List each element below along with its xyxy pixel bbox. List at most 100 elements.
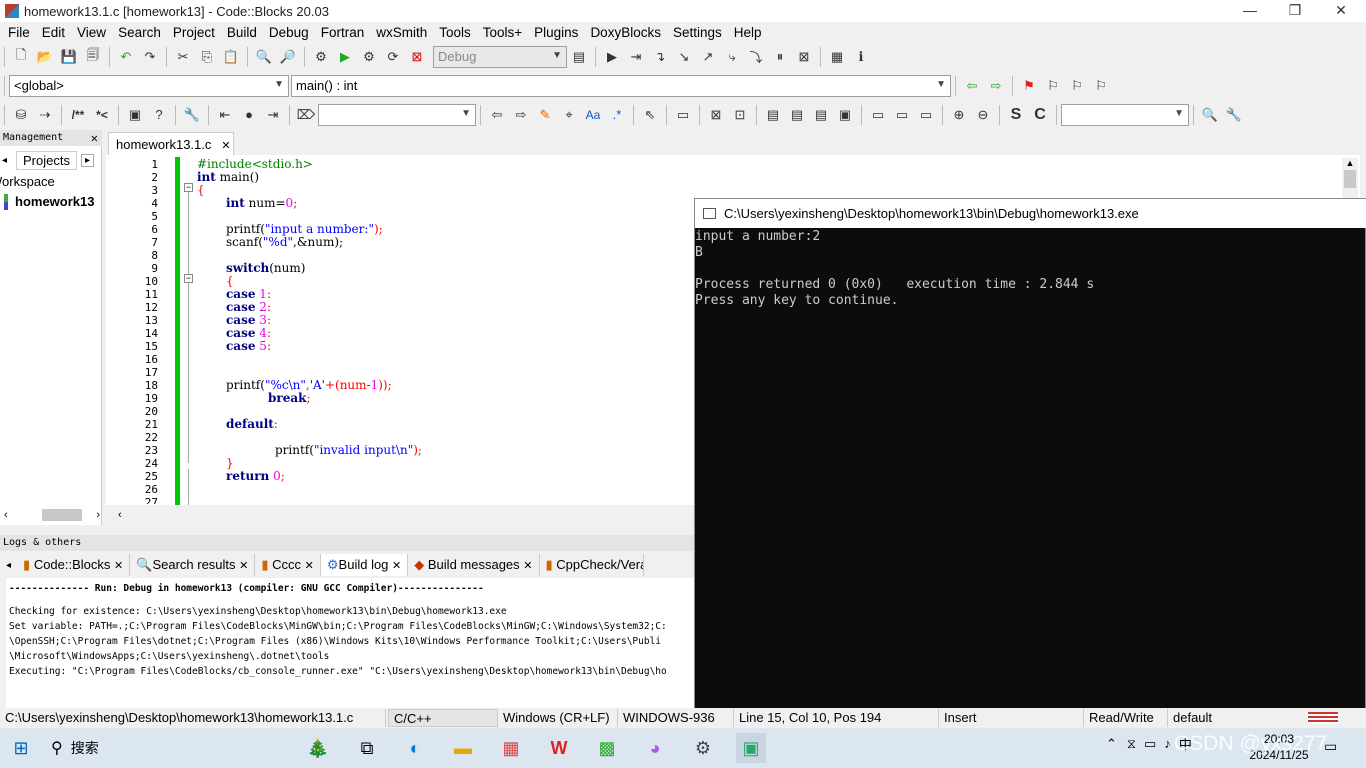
zoom-out-icon[interactable]: ⊖ bbox=[973, 105, 993, 125]
menu-tools-plus[interactable]: Tools+ bbox=[477, 25, 528, 40]
debug-run-icon[interactable]: ▶ bbox=[602, 47, 622, 67]
layout-icon-4[interactable]: ▣ bbox=[835, 105, 855, 125]
abort-icon[interactable]: ⊠ bbox=[407, 47, 427, 67]
search-combo[interactable]: ▼ bbox=[318, 103, 476, 126]
tab-cccc[interactable]: ▮ Cccc ✕ bbox=[255, 554, 321, 576]
rect-icon[interactable]: ▭ bbox=[673, 105, 693, 125]
find-next-icon[interactable]: ⇨ bbox=[511, 105, 531, 125]
codeblocks-taskbar-icon[interactable]: ▣ bbox=[736, 733, 766, 763]
run-icon[interactable]: ▶ bbox=[335, 47, 355, 67]
menu-help[interactable]: Help bbox=[728, 25, 768, 40]
chevron-up-icon[interactable]: ⌃ bbox=[1106, 736, 1117, 752]
menu-fortran[interactable]: Fortran bbox=[315, 25, 371, 40]
volume-icon[interactable]: ♪ bbox=[1164, 736, 1171, 751]
next-line-icon[interactable]: ↴ bbox=[650, 47, 670, 67]
build-log-text[interactable]: -------------- Run: Debug in homework13 … bbox=[6, 578, 694, 708]
redo-icon[interactable]: ↷ bbox=[140, 47, 160, 67]
info-icon[interactable]: ℹ bbox=[851, 47, 871, 67]
cut-icon[interactable]: ✂ bbox=[173, 47, 193, 67]
layout-icon-1[interactable]: ▤ bbox=[763, 105, 783, 125]
layout-icon-3[interactable]: ▤ bbox=[811, 105, 831, 125]
scope-select[interactable]: <global> ▼ bbox=[9, 74, 289, 97]
scroll-up-icon[interactable]: ▲ bbox=[1342, 158, 1358, 168]
menu-build[interactable]: Build bbox=[221, 25, 263, 40]
build-gear-icon[interactable]: ⚙ bbox=[311, 47, 331, 67]
paint-app-icon[interactable]: ◕ bbox=[640, 733, 670, 763]
store-icon[interactable]: ▦ bbox=[496, 733, 526, 763]
menu-plugins[interactable]: Plugins bbox=[528, 25, 584, 40]
frame-icon-1[interactable]: ▭ bbox=[868, 105, 888, 125]
c-icon[interactable]: C bbox=[1030, 105, 1050, 125]
stop-debug-icon[interactable]: ⊠ bbox=[794, 47, 814, 67]
regex-icon[interactable]: .* bbox=[607, 105, 627, 125]
tab-search-results[interactable]: 🔍Search results ✕ bbox=[130, 554, 256, 576]
tab-scroll-left-icon[interactable]: ◂ bbox=[0, 560, 17, 571]
console-output[interactable]: input a number:2 B Process returned 0 (0… bbox=[695, 228, 1365, 708]
menu-wxsmith[interactable]: wxSmith bbox=[370, 25, 433, 40]
menu-doxyblocks[interactable]: DoxyBlocks bbox=[584, 25, 667, 40]
bookmark-prev-icon[interactable]: ⚐ bbox=[1043, 76, 1063, 96]
editor-vscroll[interactable]: ▲ bbox=[1342, 158, 1358, 198]
wrench-icon[interactable]: 🔧 bbox=[182, 105, 202, 125]
help-icon[interactable]: ? bbox=[149, 105, 169, 125]
forward-arrow-icon[interactable]: ⇨ bbox=[986, 76, 1006, 96]
target-options-icon[interactable]: ▤ bbox=[569, 47, 589, 67]
close-icon[interactable]: ✕ bbox=[91, 130, 98, 146]
editor-hscroll[interactable]: ‹ bbox=[114, 506, 694, 522]
selected-text-icon[interactable]: ⌖ bbox=[559, 105, 579, 125]
open-file-icon[interactable]: 📂 bbox=[35, 47, 55, 67]
step-into-icon[interactable]: ↘ bbox=[674, 47, 694, 67]
tab-homework13[interactable]: homework13.1.c ✕ bbox=[108, 132, 234, 155]
breakpoint-icon[interactable]: ● bbox=[239, 105, 259, 125]
function-select[interactable]: main() : int ▼ bbox=[291, 74, 951, 97]
battery-icon[interactable]: ▭ bbox=[1144, 736, 1156, 752]
undo-icon[interactable]: ↶ bbox=[116, 47, 136, 67]
replace-icon[interactable]: 🔎 bbox=[278, 47, 298, 67]
settings-wrench-icon[interactable]: 🔧 bbox=[1224, 105, 1244, 125]
save-all-icon[interactable]: 🗐 bbox=[83, 47, 103, 67]
colorful-app-icon[interactable]: ▩ bbox=[592, 733, 622, 763]
menu-view[interactable]: View bbox=[71, 25, 112, 40]
run-to-cursor-icon[interactable]: ⇥ bbox=[626, 47, 646, 67]
combo-right[interactable]: ▼ bbox=[1061, 103, 1189, 126]
save-icon[interactable]: 💾 bbox=[59, 47, 79, 67]
menu-tools[interactable]: Tools bbox=[433, 25, 477, 40]
windows-start-icon[interactable]: ⊞ bbox=[6, 733, 36, 763]
close-button[interactable]: ✕ bbox=[1318, 0, 1364, 22]
tab-cppcheck[interactable]: ▮ CppCheck/Vera bbox=[540, 554, 644, 576]
menu-debug[interactable]: Debug bbox=[263, 25, 315, 40]
doxy-run-icon[interactable]: ⇢ bbox=[35, 105, 55, 125]
menu-settings[interactable]: Settings bbox=[667, 25, 728, 40]
settings-gear-icon[interactable]: ⚙ bbox=[688, 733, 718, 763]
management-hscroll[interactable]: ‹ › bbox=[4, 507, 100, 523]
minimize-button[interactable]: — bbox=[1227, 0, 1273, 22]
close-icon[interactable]: ✕ bbox=[221, 140, 230, 152]
frame-icon-3[interactable]: ▭ bbox=[916, 105, 936, 125]
scroll-left-icon[interactable]: ‹ bbox=[114, 509, 122, 521]
prev-breakpoint-icon[interactable]: ⇤ bbox=[215, 105, 235, 125]
step-out-icon[interactable]: ↗ bbox=[698, 47, 718, 67]
widget-icon-2[interactable]: ⊡ bbox=[730, 105, 750, 125]
tag-icon[interactable]: ⌦ bbox=[296, 105, 316, 125]
bookmark-next-icon[interactable]: ⚐ bbox=[1067, 76, 1087, 96]
match-case-icon[interactable]: Aa bbox=[583, 105, 603, 125]
frame-icon-2[interactable]: ▭ bbox=[892, 105, 912, 125]
menu-file[interactable]: File bbox=[2, 25, 36, 40]
bookmark-toggle-icon[interactable]: ⚑ bbox=[1019, 76, 1039, 96]
paste-icon[interactable]: 📋 bbox=[221, 47, 241, 67]
menu-edit[interactable]: Edit bbox=[36, 25, 71, 40]
menu-project[interactable]: Project bbox=[167, 25, 221, 40]
new-file-icon[interactable]: 🗋 bbox=[11, 47, 31, 67]
file-explorer-icon[interactable]: ▬ bbox=[448, 733, 478, 763]
next-breakpoint-icon[interactable]: ⇥ bbox=[263, 105, 283, 125]
s-icon[interactable]: S bbox=[1006, 105, 1026, 125]
zoom-in-icon[interactable]: ⊕ bbox=[949, 105, 969, 125]
cursor-icon[interactable]: ⇖ bbox=[640, 105, 660, 125]
pause-icon[interactable]: ⏸ bbox=[770, 47, 790, 67]
task-view-icon[interactable]: ⧉ bbox=[352, 733, 382, 763]
step-instruction-icon[interactable]: ⤵ bbox=[746, 47, 766, 67]
next-instruction-icon[interactable]: ⤷ bbox=[722, 47, 742, 67]
back-arrow-icon[interactable]: ⇦ bbox=[962, 76, 982, 96]
build-target-select[interactable]: Debug ▼ bbox=[433, 45, 567, 68]
wps-icon[interactable]: W bbox=[544, 733, 574, 763]
